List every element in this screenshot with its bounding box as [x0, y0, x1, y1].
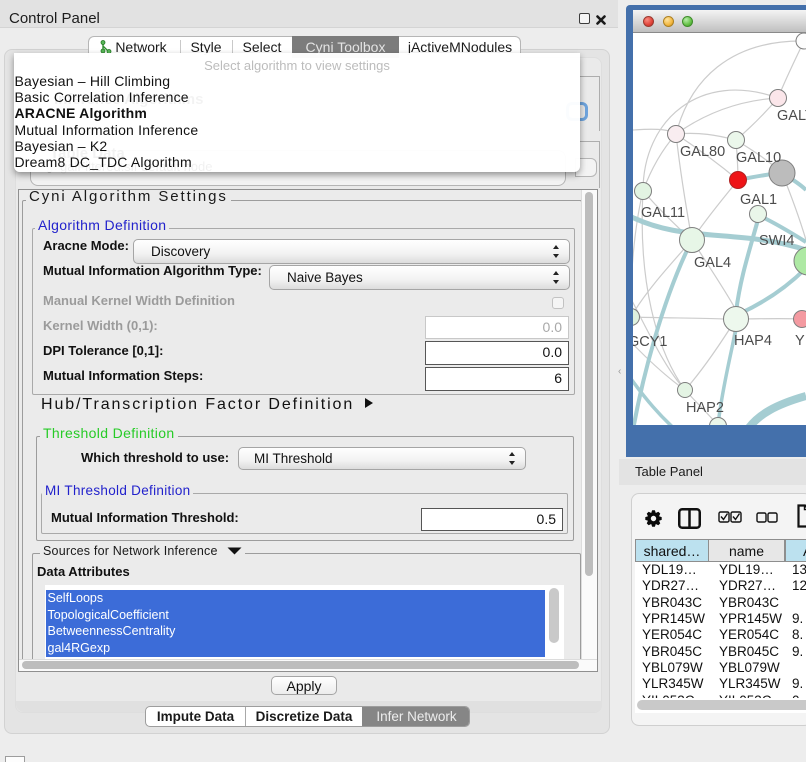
svg-text:HAP4: HAP4 [734, 333, 772, 349]
svg-text:GALT: GALT [777, 108, 806, 124]
svg-text:GCY1: GCY1 [633, 334, 668, 350]
svg-text:HAP2: HAP2 [686, 400, 724, 416]
svg-text:GAL11: GAL11 [641, 205, 685, 221]
svg-text:GAL4: GAL4 [694, 255, 731, 271]
svg-text:GAL1: GAL1 [740, 192, 777, 208]
svg-text:SWI4: SWI4 [759, 233, 794, 249]
svg-text:GAL80: GAL80 [680, 144, 725, 160]
svg-text:Y: Y [795, 333, 805, 349]
svg-text:GAL10: GAL10 [736, 150, 781, 166]
